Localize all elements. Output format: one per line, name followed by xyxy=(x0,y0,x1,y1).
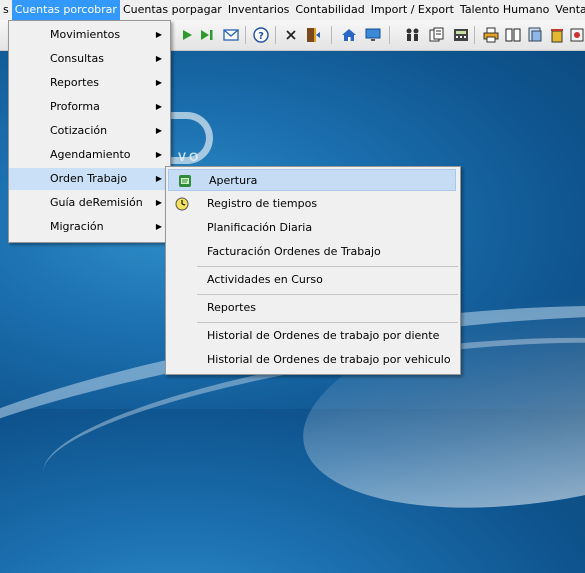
menu-item-label: Historial de Ordenes de trabajo por vehi… xyxy=(207,353,451,366)
play-icon[interactable] xyxy=(178,26,196,44)
menu-cuentas-por-pagar[interactable]: Cuentas porpagar xyxy=(120,0,225,20)
window-icon[interactable] xyxy=(526,26,544,44)
menu-separator xyxy=(197,322,458,323)
svg-text:?: ? xyxy=(258,31,264,42)
menu-prev-truncated[interactable]: s xyxy=(0,0,12,20)
menu-item-label: Facturación Ordenes de Trabajo xyxy=(207,245,381,258)
clock-icon xyxy=(174,196,190,212)
toolbar-separator xyxy=(389,26,390,44)
submenu-arrow-icon: ▶ xyxy=(155,174,162,183)
menu-talento-humano[interactable]: Talento Humano xyxy=(457,0,552,20)
menu-item-label: Cotización xyxy=(50,124,108,137)
trash-icon[interactable] xyxy=(548,26,566,44)
close-icon[interactable] xyxy=(282,26,300,44)
desktop-watermark-text: VO xyxy=(178,150,202,164)
menu-item-orden-trabajo[interactable]: Orden Trabajo ▶ xyxy=(9,168,170,190)
menu-item-reportes-ot[interactable]: Reportes xyxy=(166,297,460,319)
exit-door-icon[interactable] xyxy=(304,26,322,44)
menu-separator xyxy=(197,294,458,295)
menu-cuentas-por-cobrar[interactable]: Cuentas porcobrar xyxy=(11,0,120,20)
menu-item-label: Apertura xyxy=(209,174,258,187)
menu-item-label: Reportes xyxy=(50,76,99,89)
menu-import-export[interactable]: Import / Export xyxy=(368,0,457,20)
orden-trabajo-submenu: Apertura Registro de tiempos Planificaci… xyxy=(165,166,461,375)
menu-item-facturacion-ordenes[interactable]: Facturación Ordenes de Trabajo xyxy=(166,241,460,263)
menu-item-consultas[interactable]: Consultas ▶ xyxy=(9,48,170,70)
menu-ventana[interactable]: Ventana xyxy=(552,0,585,20)
menu-item-label: Proforma xyxy=(50,100,100,113)
toolbar-separator xyxy=(331,26,332,44)
submenu-arrow-icon: ▶ xyxy=(155,30,162,39)
submenu-arrow-icon: ▶ xyxy=(155,102,162,111)
menu-item-label: Agendamiento xyxy=(50,148,131,161)
menu-item-registro-tiempos[interactable]: Registro de tiempos xyxy=(166,193,460,215)
menu-item-movimientos[interactable]: Movimientos ▶ xyxy=(9,24,170,46)
menubar: s Cuentas porcobrar Cuentas porpagar Inv… xyxy=(0,0,585,20)
monitor-icon[interactable] xyxy=(364,26,382,44)
submenu-arrow-icon: ▶ xyxy=(155,150,162,159)
menu-item-cotizacion[interactable]: Cotización ▶ xyxy=(9,120,170,142)
menu-separator xyxy=(197,266,458,267)
menu-item-label: Registro de tiempos xyxy=(207,197,318,210)
users-icon[interactable] xyxy=(404,26,422,44)
home-icon[interactable] xyxy=(340,26,358,44)
menu-contabilidad[interactable]: Contabilidad xyxy=(292,0,367,20)
menu-item-label: Movimientos xyxy=(50,28,121,41)
menu-item-label: Actividades en Curso xyxy=(207,273,323,286)
menu-item-historial-cliente[interactable]: Historial de Ordenes de trabajo por dien… xyxy=(166,325,460,347)
toolbar-separator xyxy=(474,26,475,44)
help-icon[interactable]: ? xyxy=(252,26,270,44)
config-icon[interactable] xyxy=(568,26,585,44)
menu-item-actividades-curso[interactable]: Actividades en Curso xyxy=(166,269,460,291)
menu-item-label: Reportes xyxy=(207,301,256,314)
toolbar-separator xyxy=(245,26,246,44)
menu-item-label: Orden Trabajo xyxy=(50,172,128,185)
menu-item-agendamiento[interactable]: Agendamiento ▶ xyxy=(9,144,170,166)
submenu-arrow-icon: ▶ xyxy=(155,126,162,135)
open-document-icon xyxy=(177,173,193,189)
menu-item-label: Historial de Ordenes de trabajo por dien… xyxy=(207,329,440,342)
menu-item-label: Guía deRemisión xyxy=(50,196,143,209)
documents-icon[interactable] xyxy=(428,26,446,44)
submenu-arrow-icon: ▶ xyxy=(155,54,162,63)
book-icon[interactable] xyxy=(504,26,522,44)
submenu-arrow-icon: ▶ xyxy=(155,78,162,87)
menu-item-label: Planificación Diaria xyxy=(207,221,313,234)
menu-item-label: Migración xyxy=(50,220,104,233)
menu-item-apertura[interactable]: Apertura xyxy=(168,169,456,191)
skip-forward-icon[interactable] xyxy=(198,26,216,44)
menu-item-proforma[interactable]: Proforma ▶ xyxy=(9,96,170,118)
menu-item-reportes[interactable]: Reportes ▶ xyxy=(9,72,170,94)
menu-item-label: Consultas xyxy=(50,52,104,65)
menu-item-guia-remision[interactable]: Guía deRemisión ▶ xyxy=(9,192,170,214)
submenu-arrow-icon: ▶ xyxy=(155,198,162,207)
menu-item-historial-vehiculo[interactable]: Historial de Ordenes de trabajo por vehi… xyxy=(166,349,460,371)
menu-inventarios[interactable]: Inventarios xyxy=(225,0,293,20)
submenu-arrow-icon: ▶ xyxy=(155,222,162,231)
menu-item-migracion[interactable]: Migración ▶ xyxy=(9,216,170,238)
menu-item-planificacion-diaria[interactable]: Planificación Diaria xyxy=(166,217,460,239)
mail-icon[interactable] xyxy=(222,26,240,44)
calculator-icon[interactable] xyxy=(452,26,470,44)
cuentas-por-cobrar-menu: Movimientos ▶ Consultas ▶ Reportes ▶ Pro… xyxy=(8,20,171,243)
toolbar-separator xyxy=(275,26,276,44)
printer-icon[interactable] xyxy=(482,26,500,44)
